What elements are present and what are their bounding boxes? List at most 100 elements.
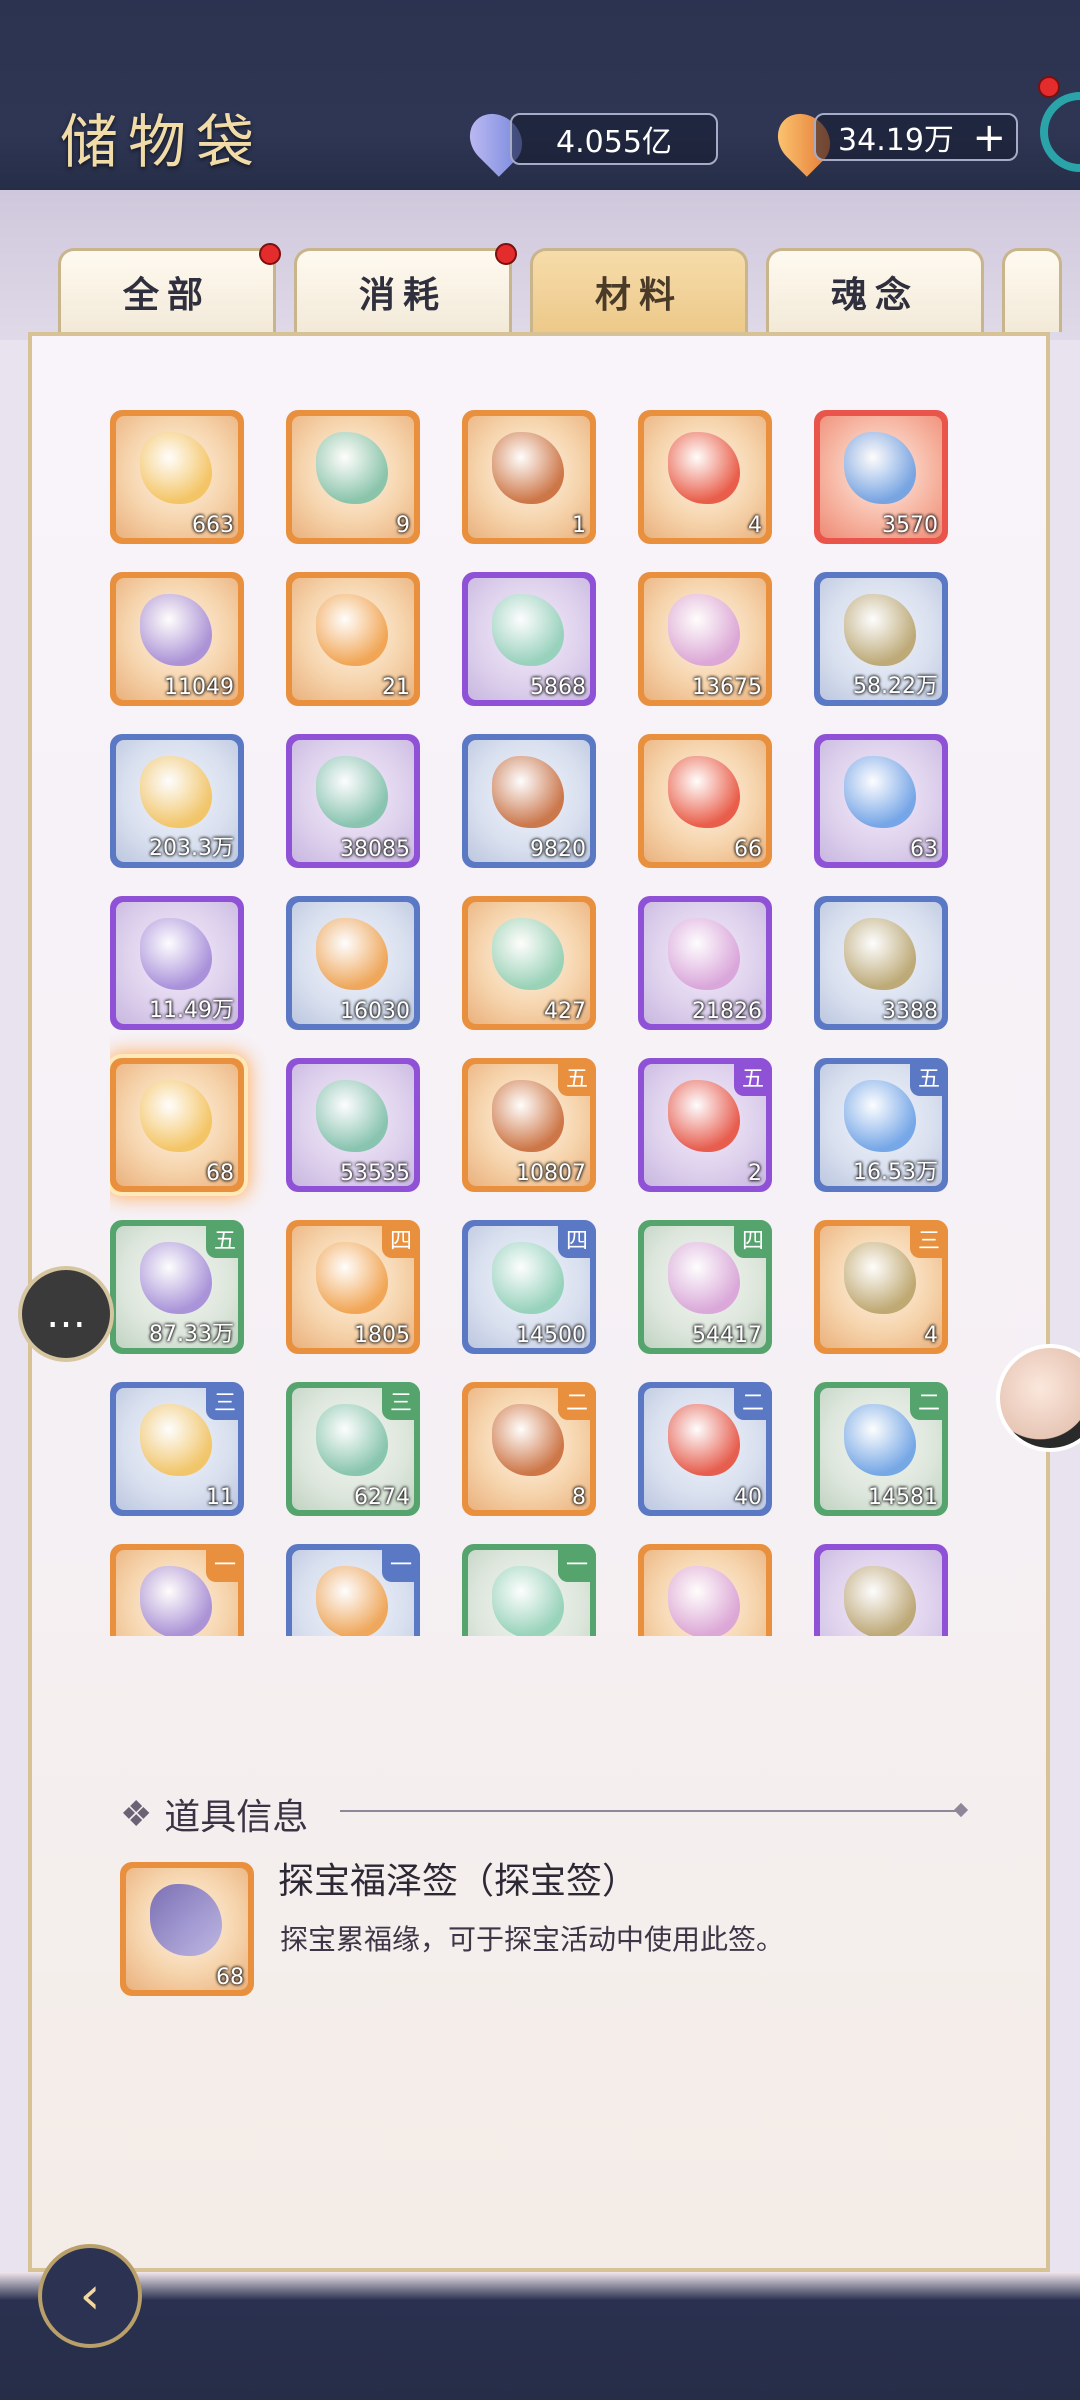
inventory-item[interactable] [638, 1544, 772, 1636]
item-count: 66 [734, 837, 762, 862]
item-grid: 663 9 1 4 3570 11049 21 5868 13675 58.22万 203.3万 38… [110, 410, 980, 1636]
item-grade: 一 [382, 1544, 420, 1582]
inventory-item[interactable]: 16030 [286, 896, 420, 1030]
item-count: 53535 [340, 1161, 410, 1186]
back-button[interactable]: ‹ [38, 2244, 142, 2348]
item-grade: 二 [734, 1382, 772, 1420]
item-count: 87.33万 [149, 1322, 234, 1347]
inventory-item[interactable]: 二8 [462, 1382, 596, 1516]
divider [340, 1810, 960, 1812]
inventory-item[interactable]: 五 87.33万 [110, 1220, 244, 1354]
inventory-item[interactable]: 68 [110, 1058, 244, 1192]
item-count: 5868 [530, 675, 586, 700]
currency-flame-gem-value: 34.19万 [838, 123, 954, 158]
tab-1[interactable]: 消耗 [294, 243, 517, 332]
inventory-item[interactable]: 63 [814, 734, 948, 868]
item-count: 9 [396, 513, 410, 538]
inventory-item[interactable]: 21826 [638, 896, 772, 1030]
tab-2[interactable]: 材料 [530, 248, 748, 332]
item-count: 1 [572, 513, 586, 538]
inventory-item[interactable]: 一 [462, 1544, 596, 1636]
inventory-item[interactable]: 四 54417 [638, 1220, 772, 1354]
item-count: 4 [924, 1323, 938, 1348]
item-count: 11049 [164, 675, 234, 700]
item-grade: 二 [558, 1382, 596, 1420]
chat-bubble-icon: … [46, 1291, 86, 1337]
inventory-item[interactable]: 四 1805 [286, 1220, 420, 1354]
item-grade: 四 [734, 1220, 772, 1258]
inventory-item[interactable] [814, 1544, 948, 1636]
currency-spirit-stone[interactable]: 4.055亿 [510, 113, 718, 165]
item-count: 58.22万 [853, 674, 938, 699]
item-info-heading: ❖ 道具信息 [120, 1788, 308, 1840]
item-count: 9820 [530, 837, 586, 862]
inventory-item[interactable]: 五 16.53万 [814, 1058, 948, 1192]
item-grade: 三 [910, 1220, 948, 1258]
item-count: 3388 [882, 999, 938, 1024]
item-grade: 三 [382, 1382, 420, 1420]
item-grade: 四 [558, 1220, 596, 1258]
page-title: 储物袋 [60, 108, 265, 176]
inventory-item[interactable]: 663 [110, 410, 244, 544]
inventory-item[interactable]: 四 14500 [462, 1220, 596, 1354]
inventory-item[interactable]: 1 [462, 410, 596, 544]
inventory-item[interactable]: 五2 [638, 1058, 772, 1192]
item-count: 13675 [692, 675, 762, 700]
item-grade: 五 [734, 1058, 772, 1096]
item-count: 14500 [516, 1323, 586, 1348]
notification-dot [1038, 76, 1060, 98]
add-currency-button[interactable]: + [972, 115, 1006, 161]
inventory-item[interactable]: 203.3万 [110, 734, 244, 868]
inventory-item[interactable]: 三 6274 [286, 1382, 420, 1516]
inventory-item[interactable]: 三 11 [110, 1382, 244, 1516]
inventory-item[interactable]: 一 [286, 1544, 420, 1636]
inventory-item[interactable]: 4 [638, 410, 772, 544]
selected-item-icon[interactable]: 68 [120, 1862, 254, 1996]
inventory-item[interactable]: 53535 [286, 1058, 420, 1192]
item-grade: 二 [910, 1382, 948, 1420]
tab-0[interactable]: 全部 [58, 243, 281, 332]
chat-button[interactable]: … [18, 1266, 114, 1362]
item-grade: 五 [206, 1220, 244, 1258]
item-grade: 三 [206, 1382, 244, 1420]
inventory-item[interactable]: 9820 [462, 734, 596, 868]
inventory-item[interactable]: 13675 [638, 572, 772, 706]
item-count: 2 [748, 1161, 762, 1186]
inventory-item[interactable]: 38085 [286, 734, 420, 868]
item-grade: 四 [382, 1220, 420, 1258]
item-count: 16030 [340, 999, 410, 1024]
inventory-item[interactable]: 11049 [110, 572, 244, 706]
selected-item-count: 68 [216, 1965, 244, 1990]
inventory-item[interactable]: 9 [286, 410, 420, 544]
inventory-item[interactable]: 427 [462, 896, 596, 1030]
inventory-item[interactable]: 二 14581 [814, 1382, 948, 1516]
inventory-item[interactable]: 5868 [462, 572, 596, 706]
item-count: 40 [734, 1485, 762, 1510]
item-count: 6274 [354, 1485, 410, 1510]
tab-label: 全部 [122, 273, 211, 316]
currency-flame-gem[interactable]: 34.19万 + [814, 113, 1018, 161]
selected-item-name: 探宝福泽签（探宝签） [278, 1861, 639, 1902]
item-grade: 五 [558, 1058, 596, 1096]
tab-label: 消耗 [358, 273, 447, 316]
inventory-item[interactable]: 21 [286, 572, 420, 706]
inventory-item[interactable]: 58.22万 [814, 572, 948, 706]
tab-more[interactable] [1002, 248, 1062, 332]
inventory-item[interactable]: 11.49万 [110, 896, 244, 1030]
tab-badge [495, 243, 517, 265]
inventory-item[interactable]: 66 [638, 734, 772, 868]
tab-3[interactable]: 魂念 [766, 248, 984, 332]
item-info-heading-text: 道具信息 [164, 1797, 309, 1838]
inventory-item[interactable]: 二 40 [638, 1382, 772, 1516]
inventory-item[interactable]: 3570 [814, 410, 948, 544]
item-count: 54417 [692, 1323, 762, 1348]
item-count: 11.49万 [149, 998, 234, 1023]
item-count: 14581 [868, 1485, 938, 1510]
item-count: 38085 [340, 837, 410, 862]
inventory-item[interactable]: 一 [110, 1544, 244, 1636]
inventory-item[interactable]: 五 10807 [462, 1058, 596, 1192]
inventory-item[interactable]: 3388 [814, 896, 948, 1030]
item-count: 10807 [516, 1161, 586, 1186]
inventory-item[interactable]: 三4 [814, 1220, 948, 1354]
selected-item-description: 探宝累福缘，可于探宝活动中使用此签。 [280, 1923, 785, 1956]
